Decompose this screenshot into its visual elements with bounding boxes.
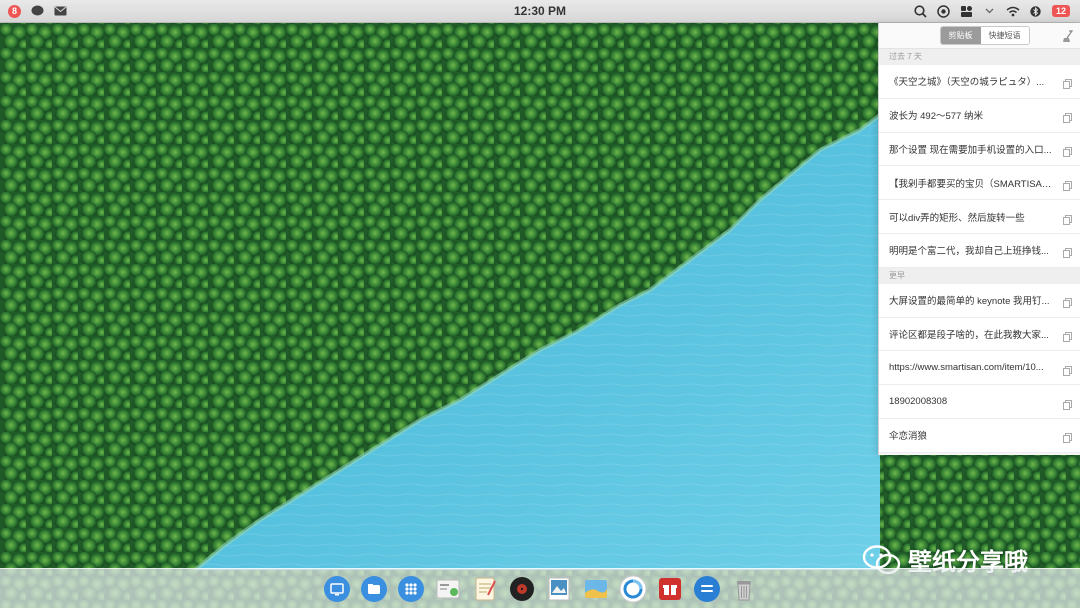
gallery-icon[interactable] — [544, 574, 574, 604]
chevron-down-icon[interactable] — [983, 4, 997, 18]
chat-icon[interactable] — [30, 4, 44, 18]
clipboard-item[interactable]: 伞恋消狼 — [879, 418, 1080, 453]
music-icon[interactable] — [507, 574, 537, 604]
notification-badge[interactable]: 8 — [8, 4, 21, 18]
copy-icon[interactable] — [1063, 212, 1072, 225]
battery-indicator[interactable]: 12 — [1051, 5, 1070, 17]
desktop-icon[interactable] — [322, 574, 352, 604]
clipboard-item[interactable]: 波长为 492～577 纳米 — [879, 98, 1080, 133]
id-card-icon[interactable] — [433, 574, 463, 604]
clipboard-item[interactable]: 可以div弄的矩形、然后旋转一些 — [879, 200, 1080, 234]
tab-clipboard[interactable]: 剪贴板 — [940, 27, 981, 44]
launcher-icon[interactable] — [396, 574, 426, 604]
copy-icon[interactable] — [1063, 329, 1072, 342]
copy-icon[interactable] — [1063, 76, 1072, 90]
copy-icon[interactable] — [1063, 178, 1072, 191]
clipboard-item[interactable]: 《天空之城》（天空の城ラピュタ）... — [879, 65, 1080, 99]
copy-icon[interactable] — [1063, 245, 1072, 259]
copy-icon[interactable] — [1063, 430, 1072, 444]
clipboard-item[interactable]: 那个设置 现在需要加手机设置的入口... — [879, 132, 1080, 167]
clear-brush-icon[interactable] — [1060, 29, 1074, 43]
browser-icon[interactable] — [618, 574, 648, 604]
clipboard-item[interactable]: 大屏设置的最简单的 keynote 我用钉... — [879, 283, 1080, 318]
mail-icon[interactable] — [53, 4, 67, 18]
control-center-icon[interactable] — [960, 4, 974, 18]
clipboard-item[interactable]: 18902008308 — [879, 385, 1080, 419]
copy-icon[interactable] — [1063, 397, 1072, 410]
copy-icon[interactable] — [1063, 363, 1072, 376]
photos-icon[interactable] — [581, 574, 611, 604]
dock — [0, 568, 1080, 608]
clipboard-item[interactable]: 明明是个富二代，我却自己上班挣钱... — [879, 233, 1080, 268]
clipboard-panel: 剪贴板 快捷短语 过去 7 天 《天空之城》（天空の城ラピュタ）... 波长为 … — [878, 23, 1080, 455]
tab-quick-phrases[interactable]: 快捷短语 — [980, 27, 1029, 44]
messages-icon[interactable] — [692, 574, 722, 604]
bluetooth-icon[interactable] — [1029, 4, 1043, 18]
copy-icon[interactable] — [1063, 295, 1072, 309]
copy-icon[interactable] — [1063, 144, 1072, 157]
section-label-past-7-days: 过去 7 天 — [879, 49, 1080, 65]
trash-icon[interactable] — [729, 574, 759, 604]
copy-icon[interactable] — [1063, 110, 1072, 124]
section-label-earlier: 更早 — [879, 267, 1080, 284]
clipboard-tab-switch: 剪贴板 快捷短语 — [939, 26, 1030, 45]
wifi-icon[interactable] — [1006, 4, 1020, 18]
clipboard-header: 剪贴板 快捷短语 — [879, 23, 1080, 49]
status-bar: 8 12:30 PM 12 — [0, 0, 1080, 23]
notes-icon[interactable] — [470, 574, 500, 604]
gift-icon[interactable] — [655, 574, 685, 604]
clipboard-item[interactable]: 评论区都是段子啥的，在此我教大家... — [879, 317, 1080, 352]
folder-icon[interactable] — [359, 574, 389, 604]
clipboard-item[interactable]: 【我剁手都要买的宝贝（SMARTISAN... — [879, 166, 1080, 201]
zoom-icon[interactable] — [937, 4, 951, 18]
search-icon[interactable] — [914, 4, 928, 18]
clipboard-item[interactable]: https://www.smartisan.com/item/10... — [879, 351, 1080, 386]
